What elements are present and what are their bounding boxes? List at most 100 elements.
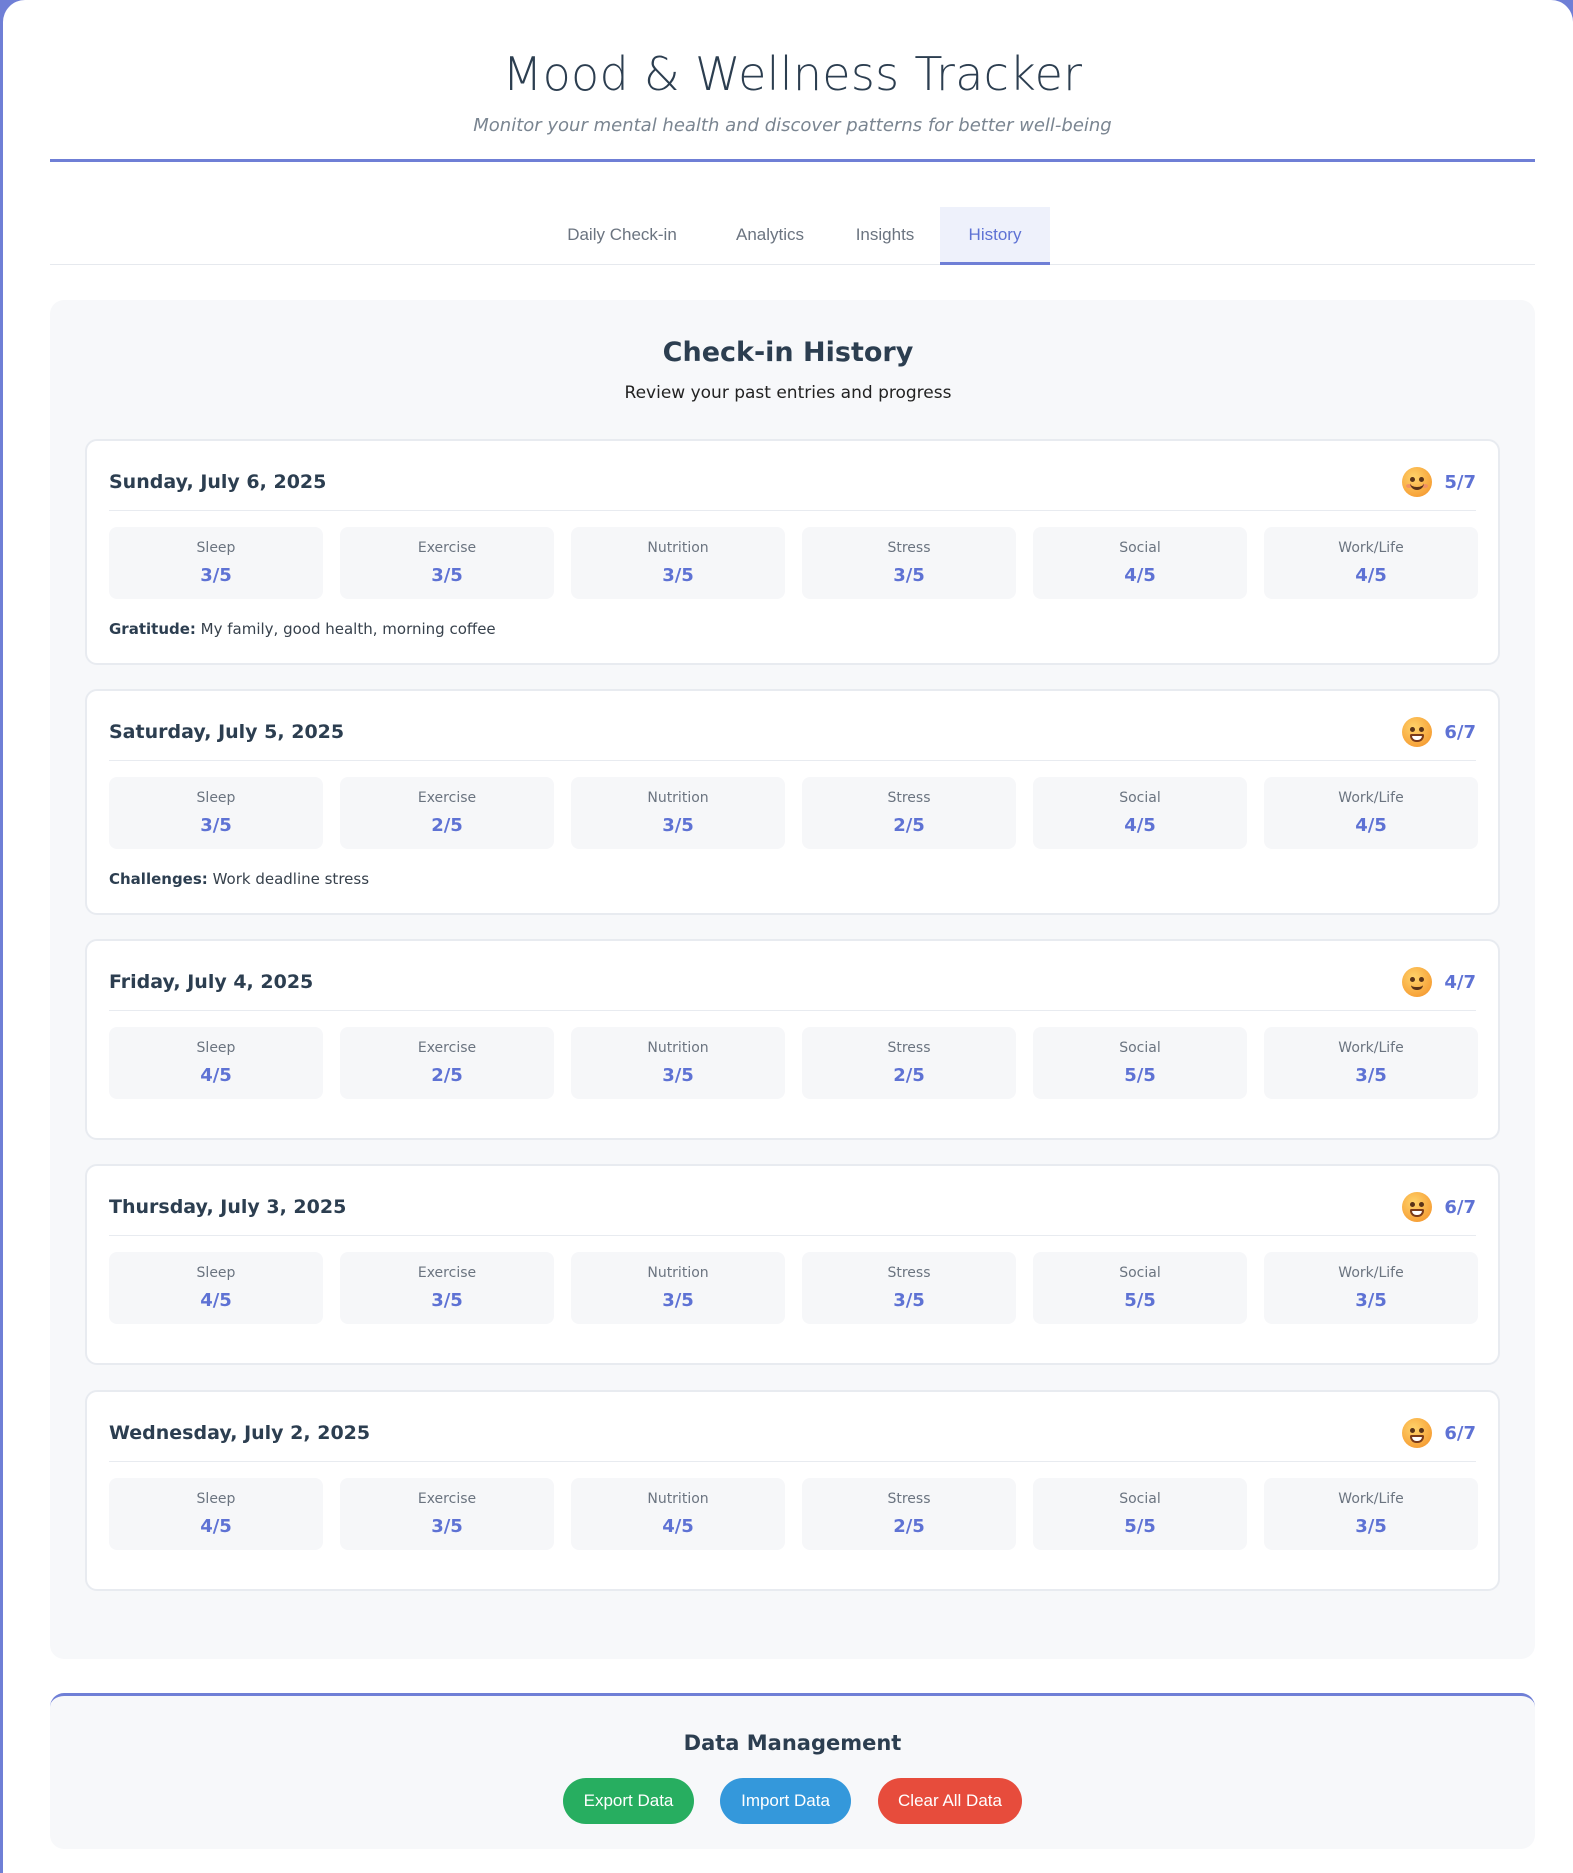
metric-sleep: Sleep 3/5 bbox=[109, 527, 323, 599]
metric-stress: Stress 3/5 bbox=[802, 1252, 1016, 1324]
history-entry: Saturday, July 5, 2025 6/7 Sleep 3/5 Exer… bbox=[85, 689, 1500, 915]
metric-exercise: Exercise 2/5 bbox=[340, 777, 554, 849]
metric-label: Social bbox=[1119, 540, 1161, 556]
entry-date: Saturday, July 5, 2025 bbox=[109, 721, 345, 743]
metric-sleep: Sleep 4/5 bbox=[109, 1478, 323, 1550]
metric-label: Stress bbox=[887, 1040, 931, 1056]
metric-label: Sleep bbox=[196, 1040, 236, 1056]
metric-work-life: Work/Life 3/5 bbox=[1264, 1478, 1478, 1550]
metric-label: Work/Life bbox=[1338, 1040, 1404, 1056]
metric-label: Nutrition bbox=[647, 790, 709, 806]
metric-label: Work/Life bbox=[1338, 790, 1404, 806]
entry-date: Friday, July 4, 2025 bbox=[109, 971, 314, 993]
tab-analytics[interactable]: Analytics bbox=[715, 207, 825, 265]
export-data-button[interactable]: Export Data bbox=[563, 1778, 694, 1824]
metric-label: Sleep bbox=[196, 1491, 236, 1507]
metric-label: Exercise bbox=[417, 1491, 477, 1507]
metric-label: Nutrition bbox=[647, 1265, 709, 1281]
metric-value: 3/5 bbox=[893, 1290, 925, 1311]
metric-value: 2/5 bbox=[431, 815, 463, 836]
metric-value: 4/5 bbox=[200, 1516, 232, 1537]
metric-exercise: Exercise 3/5 bbox=[340, 1478, 554, 1550]
metric-nutrition: Nutrition 3/5 bbox=[571, 777, 785, 849]
grinning-face-icon bbox=[1402, 1418, 1433, 1448]
grinning-face-icon bbox=[1402, 717, 1433, 747]
metric-label: Social bbox=[1119, 1265, 1161, 1281]
mood-rating: 6/7 bbox=[1402, 1191, 1476, 1223]
metric-value: 2/5 bbox=[893, 1065, 925, 1086]
divider bbox=[109, 510, 1476, 511]
metric-label: Stress bbox=[887, 1491, 931, 1507]
metric-sleep: Sleep 4/5 bbox=[109, 1027, 323, 1099]
metric-nutrition: Nutrition 4/5 bbox=[571, 1478, 785, 1550]
metric-value: 5/5 bbox=[1124, 1516, 1156, 1537]
metric-label: Nutrition bbox=[647, 540, 709, 556]
metric-label: Exercise bbox=[417, 540, 477, 556]
metric-stress: Stress 3/5 bbox=[802, 527, 1016, 599]
divider bbox=[109, 1010, 1476, 1011]
entry-note: Gratitude: My family, good health, morni… bbox=[109, 619, 496, 639]
note-label: Gratitude: bbox=[109, 620, 196, 638]
tab-insights[interactable]: Insights bbox=[835, 207, 935, 265]
data-management-section: Data Management Export Data Import Data … bbox=[50, 1693, 1535, 1849]
metric-stress: Stress 2/5 bbox=[802, 777, 1016, 849]
metric-value: 2/5 bbox=[893, 815, 925, 836]
metric-work-life: Work/Life 3/5 bbox=[1264, 1027, 1478, 1099]
metric-value: 3/5 bbox=[1355, 1065, 1387, 1086]
metric-label: Stress bbox=[887, 1265, 931, 1281]
metric-value: 3/5 bbox=[662, 565, 694, 586]
metric-label: Social bbox=[1119, 790, 1161, 806]
metric-label: Exercise bbox=[417, 1040, 477, 1056]
mood-score: 6/7 bbox=[1444, 1196, 1476, 1218]
metric-value: 3/5 bbox=[431, 1290, 463, 1311]
data-management-title: Data Management bbox=[683, 1731, 902, 1755]
metric-value: 3/5 bbox=[662, 1065, 694, 1086]
metric-value: 2/5 bbox=[893, 1516, 925, 1537]
metric-label: Exercise bbox=[417, 790, 477, 806]
page-title: Mood & Wellness Tracker bbox=[502, 47, 1083, 101]
entry-date: Sunday, July 6, 2025 bbox=[109, 471, 327, 493]
metric-exercise: Exercise 3/5 bbox=[340, 1252, 554, 1324]
metric-label: Stress bbox=[887, 540, 931, 556]
metric-exercise: Exercise 2/5 bbox=[340, 1027, 554, 1099]
metric-social: Social 5/5 bbox=[1033, 1252, 1247, 1324]
metric-stress: Stress 2/5 bbox=[802, 1478, 1016, 1550]
note-text: Work deadline stress bbox=[207, 870, 370, 888]
metric-label: Social bbox=[1119, 1040, 1161, 1056]
metric-label: Work/Life bbox=[1338, 540, 1404, 556]
mood-score: 6/7 bbox=[1444, 721, 1476, 743]
tab-daily-check-in[interactable]: Daily Check-in bbox=[539, 207, 705, 265]
metric-value: 4/5 bbox=[1355, 565, 1387, 586]
divider bbox=[109, 760, 1476, 761]
metric-label: Work/Life bbox=[1338, 1265, 1404, 1281]
metric-label: Stress bbox=[887, 790, 931, 806]
metric-value: 3/5 bbox=[200, 815, 232, 836]
metric-value: 3/5 bbox=[431, 1516, 463, 1537]
metric-nutrition: Nutrition 3/5 bbox=[571, 1252, 785, 1324]
metric-value: 4/5 bbox=[662, 1516, 694, 1537]
metric-value: 5/5 bbox=[1124, 1290, 1156, 1311]
metric-value: 4/5 bbox=[200, 1290, 232, 1311]
metric-work-life: Work/Life 4/5 bbox=[1264, 777, 1478, 849]
mood-score: 5/7 bbox=[1444, 471, 1476, 493]
metric-value: 3/5 bbox=[431, 565, 463, 586]
metric-value: 4/5 bbox=[1124, 815, 1156, 836]
tab-history[interactable]: History bbox=[940, 207, 1050, 265]
clear-all-data-button[interactable]: Clear All Data bbox=[878, 1778, 1022, 1824]
metric-label: Sleep bbox=[196, 790, 236, 806]
metric-value: 3/5 bbox=[893, 565, 925, 586]
metric-label: Nutrition bbox=[647, 1491, 709, 1507]
metric-label: Nutrition bbox=[647, 1040, 709, 1056]
page-subtitle: Monitor your mental health and discover … bbox=[473, 115, 1112, 136]
metric-work-life: Work/Life 4/5 bbox=[1264, 527, 1478, 599]
divider bbox=[109, 1235, 1476, 1236]
import-data-button[interactable]: Import Data bbox=[720, 1778, 851, 1824]
metric-social: Social 5/5 bbox=[1033, 1478, 1247, 1550]
history-entry: Thursday, July 3, 2025 6/7 Sleep 4/5 Exer… bbox=[85, 1164, 1500, 1365]
history-entry: Friday, July 4, 2025 4/7 Sleep 4/5 Exerci… bbox=[85, 939, 1500, 1140]
metric-value: 5/5 bbox=[1124, 1065, 1156, 1086]
metrics-row: Sleep 3/5 Exercise 2/5 Nutrition 3/5 Stress… bbox=[109, 777, 1478, 849]
tab-bar: Daily Check-in Analytics Insights Histor… bbox=[50, 207, 1535, 265]
history-subtitle: Review your past entries and progress bbox=[624, 383, 952, 403]
metric-label: Sleep bbox=[196, 1265, 236, 1281]
